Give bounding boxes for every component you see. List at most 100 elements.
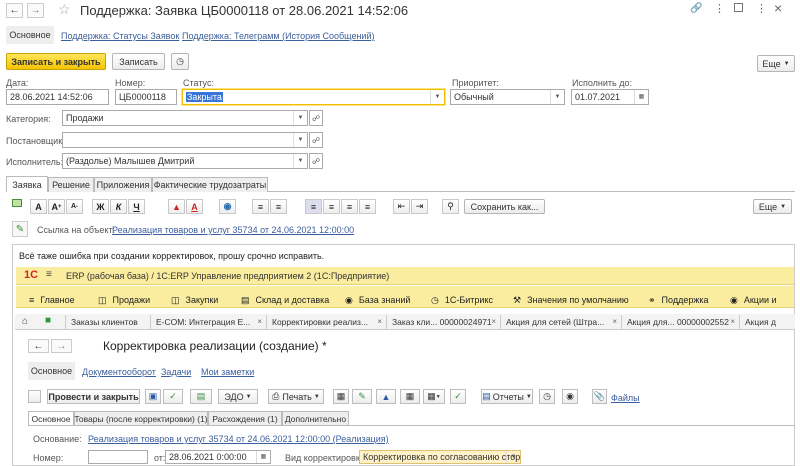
minimize-icon[interactable]: ⋮	[756, 2, 767, 15]
chevron-down-icon[interactable]: ▼	[550, 90, 564, 104]
highlight-color-icon[interactable]: ▲	[168, 199, 185, 214]
align-right-icon[interactable]: ≡	[341, 199, 358, 214]
due-field[interactable]: 01.07.2021 ▦	[571, 89, 649, 105]
chevron-down-icon[interactable]: ▼	[293, 154, 307, 168]
chevron-down-icon[interactable]: ▼	[430, 90, 444, 104]
menu-defaults[interactable]: ⚒ Значения по умолчанию	[513, 294, 629, 306]
doc-tab-notes[interactable]: Мои заметки	[201, 367, 254, 377]
bold-button[interactable]: Ж	[92, 199, 109, 214]
open-tab[interactable]: Акция для... 00000002552 ×	[622, 315, 740, 329]
edit-pencil-icon[interactable]: ✎	[12, 221, 28, 237]
back-button[interactable]: ←	[6, 3, 23, 18]
favorite-star-icon[interactable]: ☆	[58, 1, 71, 18]
hamburger-icon[interactable]: ≡	[46, 269, 52, 280]
underline-button[interactable]: Ч	[128, 199, 145, 214]
image-icon[interactable]	[12, 199, 22, 207]
home-icon[interactable]: ⌂	[22, 316, 28, 327]
forward-button[interactable]: →	[27, 3, 44, 18]
more-vert-icon[interactable]: ⋮	[714, 2, 725, 15]
history-icon[interactable]: ◷	[171, 53, 189, 70]
files-link[interactable]: Файлы	[611, 393, 640, 403]
calendar-icon[interactable]: ▦	[634, 90, 648, 104]
close-icon[interactable]: ×	[257, 317, 262, 326]
doc-tab-workflow[interactable]: Документооборот	[82, 367, 156, 377]
menu-promos[interactable]: ◉ Акции и	[730, 294, 777, 306]
open-tab[interactable]: E-COM: Интеграция Е... ×	[151, 315, 267, 329]
ref-link[interactable]: Реализация товаров и услуг 35734 от 24.0…	[112, 225, 354, 235]
category-open-icon[interactable]: ☍	[309, 110, 323, 126]
chat-icon[interactable]: ■	[45, 315, 51, 326]
numbered-list-icon[interactable]: ≡	[270, 199, 287, 214]
inner-tab-diff[interactable]: Расхождения (1)	[208, 411, 282, 425]
save-button[interactable]: Записать	[112, 53, 165, 70]
history-icon[interactable]: ◷	[539, 389, 555, 404]
tab-solution[interactable]: Решение	[48, 177, 94, 192]
close-icon[interactable]: ×	[377, 317, 382, 326]
close-icon[interactable]: ×	[730, 317, 735, 326]
fill-icon[interactable]: ▲	[376, 389, 396, 404]
menu-warehouse[interactable]: ▤ Склад и доставка	[241, 294, 329, 306]
doc-tab-tasks[interactable]: Задачи	[161, 367, 191, 377]
inner-number-field[interactable]	[88, 450, 148, 464]
chevron-down-icon[interactable]: ▼	[293, 111, 307, 125]
basis-link[interactable]: Реализация товаров и услуг 35734 от 24.0…	[88, 434, 389, 444]
structure-icon[interactable]: ▦	[400, 389, 420, 404]
lock-icon[interactable]: ◉	[562, 389, 578, 404]
inner-tab-goods[interactable]: Товары (после корректировки) (1)	[74, 411, 208, 425]
doc-checkbox[interactable]	[28, 390, 41, 403]
open-tab[interactable]: Заказы клиентов	[65, 315, 151, 329]
priority-field[interactable]: Обычный ▼	[450, 89, 565, 105]
inner-tab-extra[interactable]: Дополнительно	[282, 411, 349, 425]
nav-tab-statuses[interactable]: Поддержка: Статусы Заявок	[61, 31, 179, 41]
menu-purchases[interactable]: ◫ Закупки	[171, 294, 218, 306]
date-field[interactable]: 28.06.2021 14:52:06	[6, 89, 109, 105]
font-settings-icon[interactable]: ◉	[219, 199, 236, 214]
bullet-list-icon[interactable]: ≡	[252, 199, 269, 214]
font-increase-button[interactable]: A +	[48, 199, 65, 214]
font-size-button[interactable]: A	[30, 199, 47, 214]
italic-button[interactable]: К	[110, 199, 127, 214]
requester-field[interactable]: ▼	[62, 132, 308, 148]
nav-tab-main[interactable]: Основное	[6, 26, 54, 44]
editor-body[interactable]: Всё таже ошибка при создании корректиров…	[12, 244, 795, 466]
doc-back-button[interactable]: ←	[28, 339, 49, 353]
copy-icon[interactable]	[734, 3, 743, 12]
clip-icon[interactable]: 📎	[592, 389, 607, 404]
close-icon[interactable]: ×	[491, 317, 496, 326]
status-field[interactable]: Закрыта ▼	[182, 89, 445, 105]
print-button[interactable]: ⎙ Печать ▼	[268, 389, 324, 404]
tab-labor[interactable]: Фактические трудозатраты	[152, 177, 268, 192]
attach-list-icon[interactable]: ▦ ▼	[423, 389, 445, 404]
menu-sales[interactable]: ◫ Продажи	[98, 294, 150, 306]
menu-knowledge[interactable]: ◉ База знаний	[345, 294, 410, 306]
tab-request[interactable]: Заявка	[6, 176, 48, 192]
more-button[interactable]: Еще ▼	[757, 55, 795, 72]
close-icon[interactable]: ×	[774, 0, 782, 16]
open-tab[interactable]: Заказ кли... 00000024971 ×	[387, 315, 501, 329]
chevron-down-icon[interactable]: ▼	[506, 451, 520, 463]
indent-decrease-icon[interactable]: ⇤	[393, 199, 410, 214]
menu-bitrix[interactable]: ◷ 1С-Битрикс	[431, 294, 493, 306]
post-close-button[interactable]: Провести и закрыть	[47, 389, 140, 404]
tab-attachments[interactable]: Приложения	[94, 177, 152, 192]
kind-field[interactable]: Корректировка по согласованию сторон ▼	[359, 450, 521, 464]
save-disk-icon[interactable]: ▣	[145, 389, 161, 404]
open-tab[interactable]: Акция для сетей (Штра... ×	[501, 315, 622, 329]
menu-main[interactable]: ≡ Главное	[29, 294, 75, 306]
assignee-open-icon[interactable]: ☍	[309, 153, 323, 169]
category-field[interactable]: Продажи ▼	[62, 110, 308, 126]
post-icon[interactable]: ✓	[163, 389, 183, 404]
close-icon[interactable]: ×	[612, 317, 617, 326]
edo-button[interactable]: ЭДО ▼	[218, 389, 258, 404]
align-left-icon[interactable]: ≡	[305, 199, 322, 214]
chevron-down-icon[interactable]: ▼	[293, 133, 307, 147]
check-icon[interactable]: ✓	[450, 389, 466, 404]
menu-support[interactable]: ⚭ Поддержка	[648, 294, 709, 306]
calendar-icon[interactable]: ▦	[256, 451, 270, 463]
editor-more-button[interactable]: Еще ▼	[753, 199, 792, 214]
align-justify-icon[interactable]: ≡	[359, 199, 376, 214]
requester-open-icon[interactable]: ☍	[309, 132, 323, 148]
indent-increase-icon[interactable]: ⇥	[411, 199, 428, 214]
from-field[interactable]: 28.06.2021 0:00:00 ▦	[165, 450, 271, 464]
align-center-icon[interactable]: ≡	[323, 199, 340, 214]
